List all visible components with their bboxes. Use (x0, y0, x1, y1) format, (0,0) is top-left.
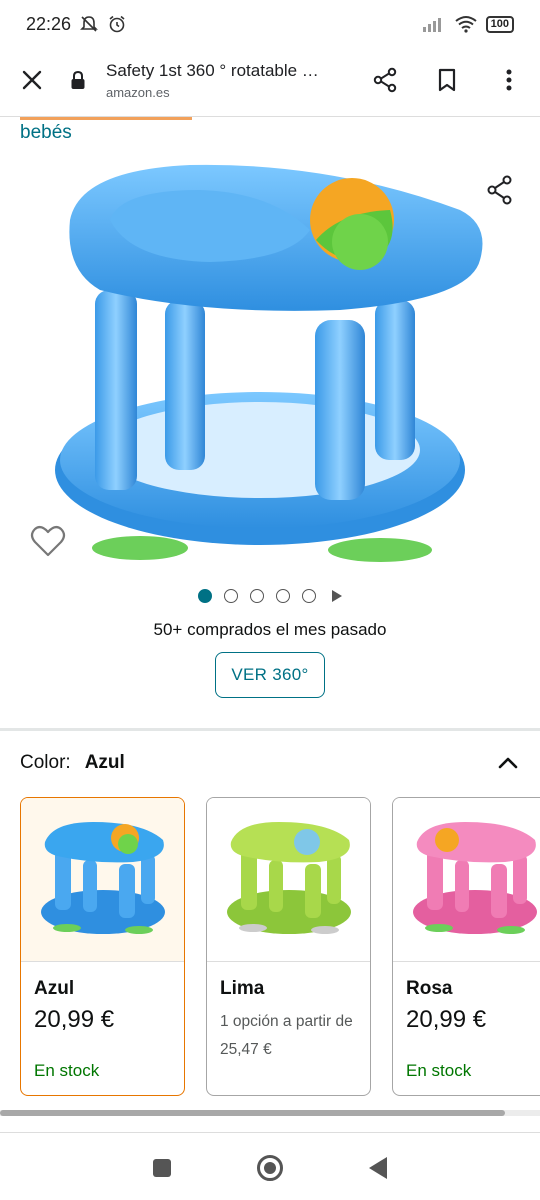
browser-toolbar: Safety 1st 360 ° rotatable … amazon.es (0, 48, 540, 112)
pagination-dot[interactable] (198, 589, 212, 603)
url-bar[interactable]: Safety 1st 360 ° rotatable … amazon.es (92, 61, 354, 100)
heart-icon[interactable] (30, 524, 66, 558)
page-domain: amazon.es (106, 84, 170, 100)
back-button[interactable] (369, 1157, 387, 1179)
selected-color: Azul (84, 752, 125, 773)
active-tab-indicator (20, 117, 192, 120)
color-label: Color: (20, 752, 71, 773)
swatch-name: Lima (220, 978, 265, 999)
home-button[interactable] (257, 1155, 283, 1181)
swatch-lima[interactable]: Lima 1 opción a partir de 25,47 € (206, 797, 371, 1096)
chevron-up-icon[interactable] (496, 751, 520, 775)
menu-button[interactable] (478, 48, 540, 112)
view-360-button[interactable]: VER 360° (215, 652, 325, 698)
pagination-dot[interactable] (250, 589, 264, 603)
pagination-dot[interactable] (302, 589, 316, 603)
color-swatch-list: Azul 20,99 € En stock Lima 1 opción a pa… (20, 797, 540, 1097)
clock: 22:26 (26, 13, 72, 34)
swatch-azul[interactable]: Azul 20,99 € En stock (20, 797, 185, 1096)
swatch-image (393, 798, 540, 962)
bookmark-button[interactable] (416, 48, 478, 112)
wifi-icon (455, 16, 477, 33)
swatch-rosa[interactable]: Rosa 20,99 € En stock (392, 797, 540, 1096)
swatch-price: 20,99 € (406, 1006, 487, 1033)
swatch-image (207, 798, 370, 962)
pagination-dot[interactable] (224, 589, 238, 603)
recents-button[interactable] (153, 1159, 171, 1177)
share-icon (487, 175, 512, 205)
page-title: Safety 1st 360 ° rotatable … (106, 60, 319, 80)
play-video-icon[interactable] (332, 590, 342, 602)
close-button[interactable] (0, 48, 64, 112)
section-divider (0, 728, 540, 731)
swatch-name: Azul (34, 978, 75, 999)
product-image[interactable] (40, 150, 500, 580)
color-selector-header[interactable]: Color: Azul (20, 750, 520, 776)
bottom-divider (0, 1132, 540, 1133)
swatch-price: 20,99 € (34, 1006, 115, 1033)
close-icon (22, 70, 42, 90)
pagination-dot[interactable] (276, 589, 290, 603)
swatch-stock: En stock (406, 1061, 472, 1080)
more-vert-icon (506, 69, 512, 91)
breadcrumb[interactable]: bebés (20, 122, 72, 144)
lock-icon[interactable] (64, 70, 92, 90)
share-icon (373, 67, 397, 93)
horizontal-scrollbar[interactable] (0, 1110, 505, 1116)
status-bar: 22:26 100 (0, 0, 540, 48)
image-share-button[interactable] (482, 172, 518, 208)
signal-icon (422, 18, 441, 32)
image-pagination (0, 589, 540, 603)
battery-icon: 100 (485, 15, 514, 33)
system-navigation-bar (0, 1136, 540, 1200)
swatch-offer: 1 opción a partir de 25,47 € (220, 1013, 353, 1058)
swatch-stock: En stock (34, 1061, 100, 1080)
swatch-name: Rosa (406, 978, 453, 999)
share-button[interactable] (354, 48, 416, 112)
mute-icon (80, 16, 98, 32)
purchase-count: 50+ comprados el mes pasado (153, 620, 387, 639)
swatch-image (21, 798, 184, 962)
alarm-icon (109, 15, 125, 33)
bookmark-icon (438, 68, 456, 92)
